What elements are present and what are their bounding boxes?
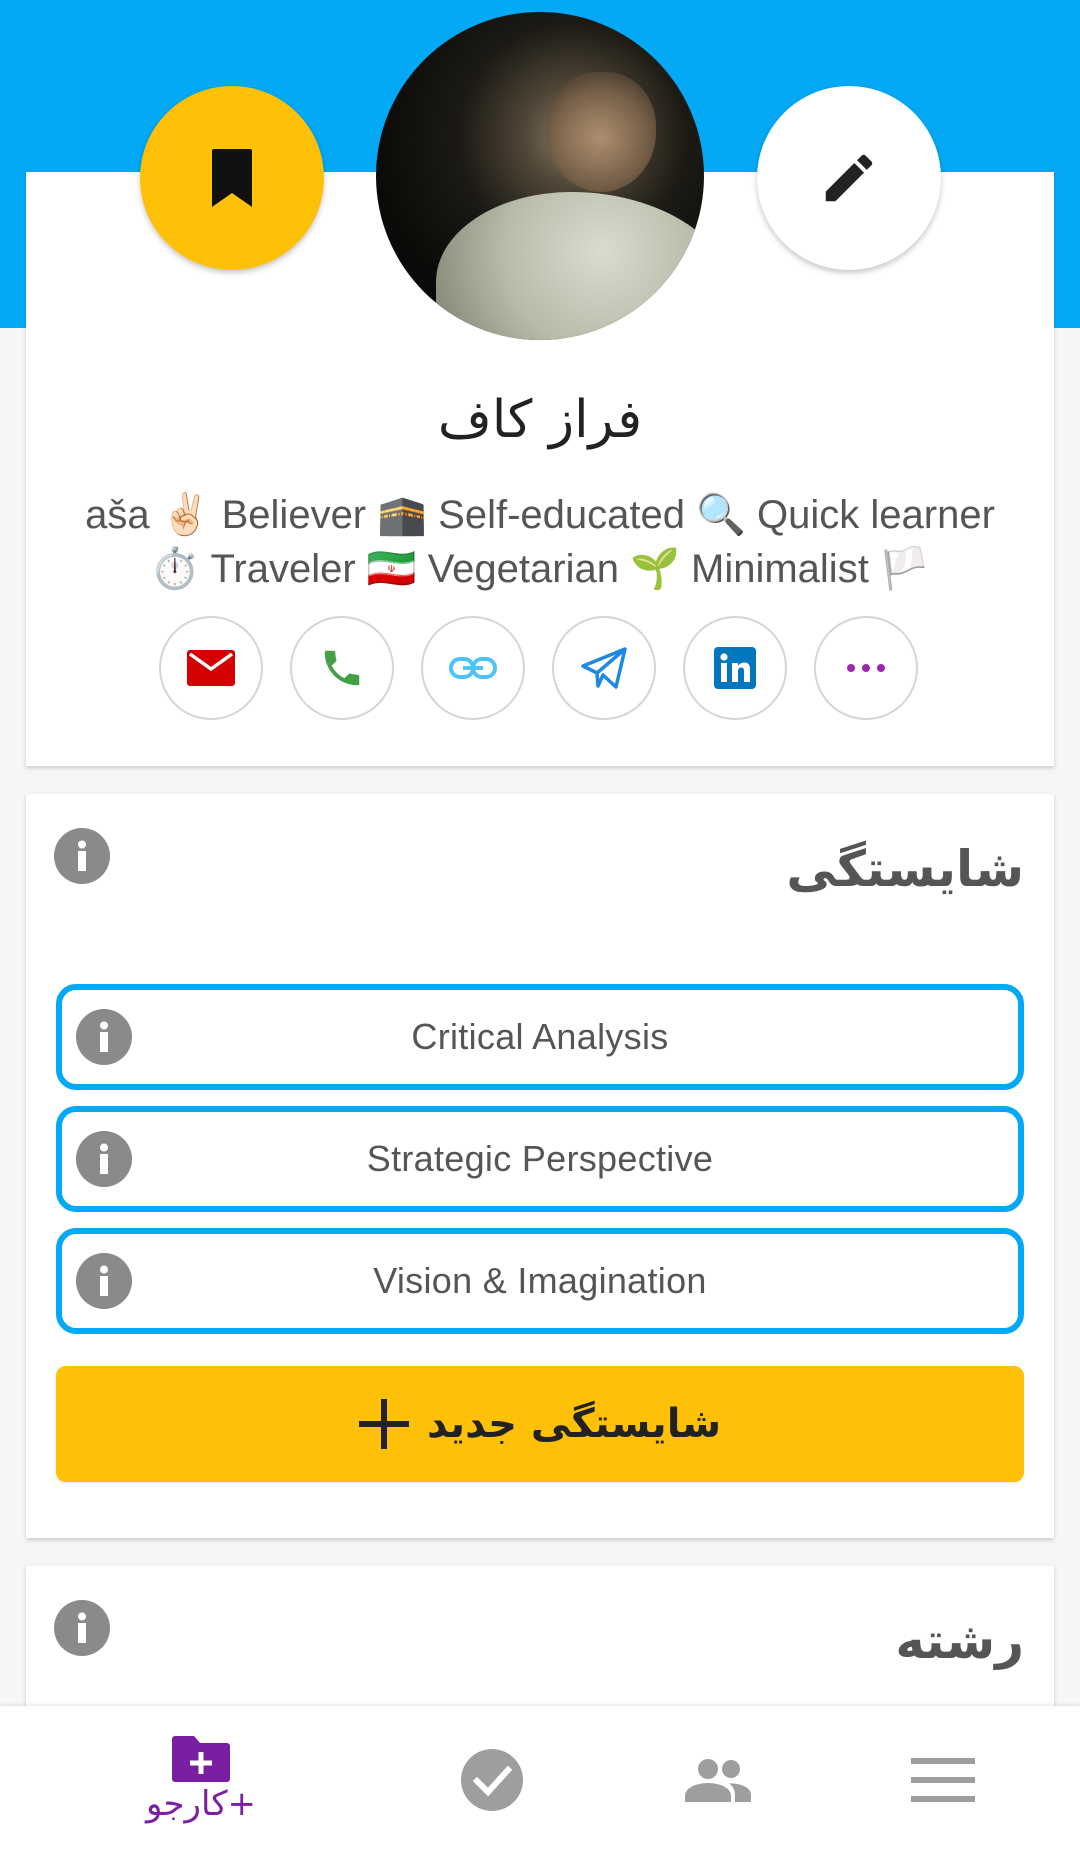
nav-label-jobseeker: کارجو+	[145, 1784, 257, 1824]
competency-label: Critical Analysis	[411, 1016, 669, 1057]
info-icon[interactable]	[54, 828, 110, 884]
bottom-navigation: کارجو+	[0, 1706, 1080, 1854]
add-competency-label: شایستگی جدید	[426, 1401, 722, 1447]
link-icon	[449, 657, 497, 679]
section-title-competency: شایستگی	[786, 840, 1024, 898]
phone-button[interactable]	[290, 616, 394, 720]
competency-item[interactable]: Vision & Imagination	[56, 1228, 1024, 1334]
nav-item-menu[interactable]	[808, 1706, 1078, 1854]
more-options-button[interactable]	[814, 616, 918, 720]
check-circle-icon	[461, 1749, 523, 1811]
bookmark-button[interactable]	[140, 86, 324, 270]
menu-icon	[911, 1758, 975, 1802]
email-icon	[187, 650, 235, 686]
competency-item[interactable]: Critical Analysis	[56, 984, 1024, 1090]
info-icon[interactable]	[76, 1009, 132, 1065]
nav-item-jobseeker[interactable]: کارجو+	[66, 1706, 336, 1854]
field-card: رشته	[26, 1566, 1054, 1726]
competency-label: Vision & Imagination	[373, 1260, 707, 1301]
edit-profile-button[interactable]	[757, 86, 941, 270]
competency-card: شایستگی Critical Analysis Strategic Pers…	[26, 794, 1054, 1538]
section-title-field: رشته	[895, 1612, 1024, 1670]
linkedin-button[interactable]	[683, 616, 787, 720]
competency-item[interactable]: Strategic Perspective	[56, 1106, 1024, 1212]
competency-label: Strategic Perspective	[366, 1138, 714, 1179]
phone-icon	[324, 650, 360, 686]
avatar[interactable]	[376, 12, 704, 340]
email-button[interactable]	[159, 616, 263, 720]
telegram-button[interactable]	[552, 616, 656, 720]
more-horizontal-icon	[847, 664, 885, 672]
telegram-icon	[581, 647, 627, 689]
info-icon[interactable]	[54, 1600, 110, 1656]
website-link-button[interactable]	[421, 616, 525, 720]
folder-add-icon	[172, 1736, 230, 1782]
contact-actions	[159, 616, 918, 720]
info-icon[interactable]	[76, 1131, 132, 1187]
linkedin-icon	[714, 647, 756, 689]
plus-icon	[358, 1399, 409, 1449]
pencil-icon	[825, 154, 873, 202]
people-icon	[685, 1759, 751, 1802]
profile-bio: aša ✌🏻 Believer 🕋 Self-educated 🔍 Quick …	[85, 493, 995, 591]
info-glyph-icon	[78, 840, 86, 871]
info-icon[interactable]	[76, 1253, 132, 1309]
profile-screen: فراز کاف aša ✌🏻 Believer 🕋 Self-educated…	[0, 0, 1080, 1854]
profile-name: فراز کاف	[437, 390, 643, 450]
bookmark-icon	[212, 149, 252, 207]
add-competency-button[interactable]: شایستگی جدید	[56, 1366, 1024, 1482]
